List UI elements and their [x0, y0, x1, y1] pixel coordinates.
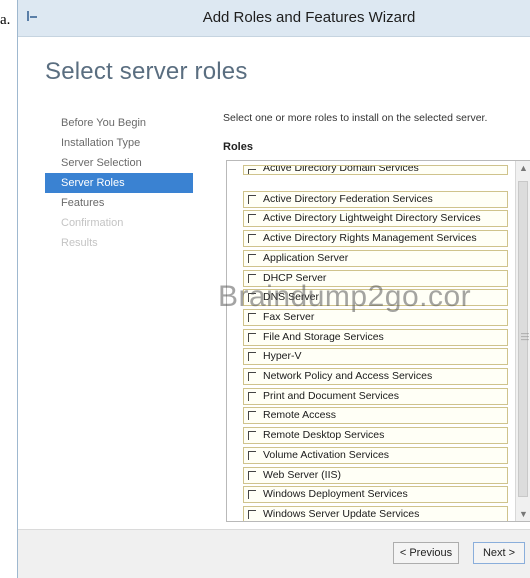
roles-list[interactable]: ▲ — — — ▼ Active Directory Domain Services…: [226, 160, 530, 522]
role-label: Remote Access: [263, 409, 336, 422]
role-checkbox[interactable]: [248, 490, 256, 500]
role-checkbox[interactable]: [248, 194, 256, 204]
role-item[interactable]: DNS Server: [243, 289, 508, 307]
nav-item-installation-type[interactable]: Installation Type: [45, 133, 193, 153]
role-item[interactable]: Volume Activation Services: [243, 446, 508, 464]
roles-scrollbar[interactable]: ▲ — — — ▼: [515, 161, 530, 521]
role-checkbox[interactable]: [248, 312, 256, 322]
stray-letter: a.: [0, 12, 11, 28]
wizard-window: Add Roles and Features Wizard Select ser…: [17, 0, 530, 578]
role-item[interactable]: Remote Access: [243, 407, 508, 425]
role-checkbox[interactable]: [248, 431, 256, 441]
role-checkbox[interactable]: [248, 234, 256, 244]
role-item[interactable]: Active Directory Rights Management Servi…: [243, 230, 508, 248]
role-checkbox[interactable]: [248, 352, 256, 362]
role-label: Windows Server Update Services: [263, 507, 420, 520]
role-checkbox[interactable]: [248, 273, 256, 283]
nav-item-features[interactable]: Features: [45, 193, 193, 213]
role-label: File And Storage Services: [263, 330, 384, 343]
role-label: DNS Server: [263, 291, 320, 304]
role-label: Active Directory Rights Management Servi…: [263, 232, 477, 245]
role-item[interactable]: Network Policy and Access Services: [243, 368, 508, 385]
role-label: Volume Activation Services: [263, 448, 390, 461]
nav-item-server-roles[interactable]: Server Roles: [45, 173, 193, 193]
role-label: Active Directory Federation Services: [263, 192, 433, 205]
roles-label: Roles: [223, 141, 253, 153]
nav-item-before-you-begin[interactable]: Before You Begin: [45, 113, 193, 133]
role-checkbox[interactable]: [248, 411, 256, 421]
role-item[interactable]: Active Directory Federation Services: [243, 190, 508, 208]
role-label: Application Server: [263, 251, 349, 264]
role-item[interactable]: Windows Deployment Services: [243, 486, 508, 504]
wizard-footer: < Previous Next >: [18, 529, 530, 578]
role-checkbox[interactable]: [248, 332, 256, 342]
wizard-nav: Before You Begin Installation Type Serve…: [45, 113, 193, 253]
role-label: DHCP Server: [263, 271, 327, 284]
scroll-down-arrow-icon[interactable]: ▼: [516, 507, 530, 521]
role-item[interactable]: Fax Server: [243, 308, 508, 326]
nav-item-server-selection[interactable]: Server Selection: [45, 153, 193, 173]
role-item[interactable]: Remote Desktop Services: [243, 427, 508, 445]
role-item[interactable]: File And Storage Services: [243, 328, 508, 346]
role-label: Network Policy and Access Services: [263, 370, 433, 382]
role-checkbox[interactable]: [248, 253, 256, 263]
previous-button[interactable]: < Previous: [393, 542, 459, 564]
role-item[interactable]: Active Directory Lightweight Directory S…: [243, 210, 508, 228]
role-item[interactable]: Active Directory Domain Services: [243, 165, 508, 175]
role-label: Fax Server: [263, 310, 315, 323]
role-label: Print and Document Services: [263, 389, 399, 402]
role-checkbox[interactable]: [248, 470, 256, 480]
nav-item-results: Results: [61, 237, 98, 249]
role-item[interactable]: Hyper-V: [243, 348, 508, 366]
role-checkbox[interactable]: [248, 450, 256, 460]
role-checkbox[interactable]: [248, 169, 256, 174]
role-label: Hyper-V: [263, 350, 302, 363]
instruction-text: Select one or more roles to install on t…: [223, 112, 488, 124]
scroll-up-arrow-icon[interactable]: ▲: [516, 161, 530, 175]
role-label: Active Directory Domain Services: [263, 165, 419, 174]
role-label: Windows Deployment Services: [263, 488, 408, 501]
role-checkbox[interactable]: [248, 509, 256, 519]
role-checkbox[interactable]: [248, 293, 256, 303]
scroll-thumb[interactable]: — — —: [518, 181, 529, 497]
role-checkbox[interactable]: [248, 391, 256, 401]
role-item[interactable]: Print and Document Services: [243, 387, 508, 405]
next-button[interactable]: Next >: [473, 542, 525, 564]
role-label: Remote Desktop Services: [263, 429, 385, 442]
page-title: Select server roles: [45, 58, 248, 85]
role-label: Web Server (IIS): [263, 468, 341, 481]
role-item[interactable]: Windows Server Update Services: [243, 505, 508, 521]
grip-icon: — — —: [521, 329, 529, 344]
nav-item-confirmation: Confirmation: [61, 217, 124, 229]
role-item[interactable]: Web Server (IIS): [243, 466, 508, 484]
window-title: Add Roles and Features Wizard: [202, 9, 416, 26]
role-checkbox[interactable]: [248, 372, 256, 381]
title-bar: Add Roles and Features Wizard: [18, 0, 530, 37]
role-item[interactable]: DHCP Server: [243, 269, 508, 287]
role-checkbox[interactable]: [248, 214, 256, 224]
role-item[interactable]: Application Server: [243, 249, 508, 267]
role-label: Active Directory Lightweight Directory S…: [263, 212, 481, 225]
